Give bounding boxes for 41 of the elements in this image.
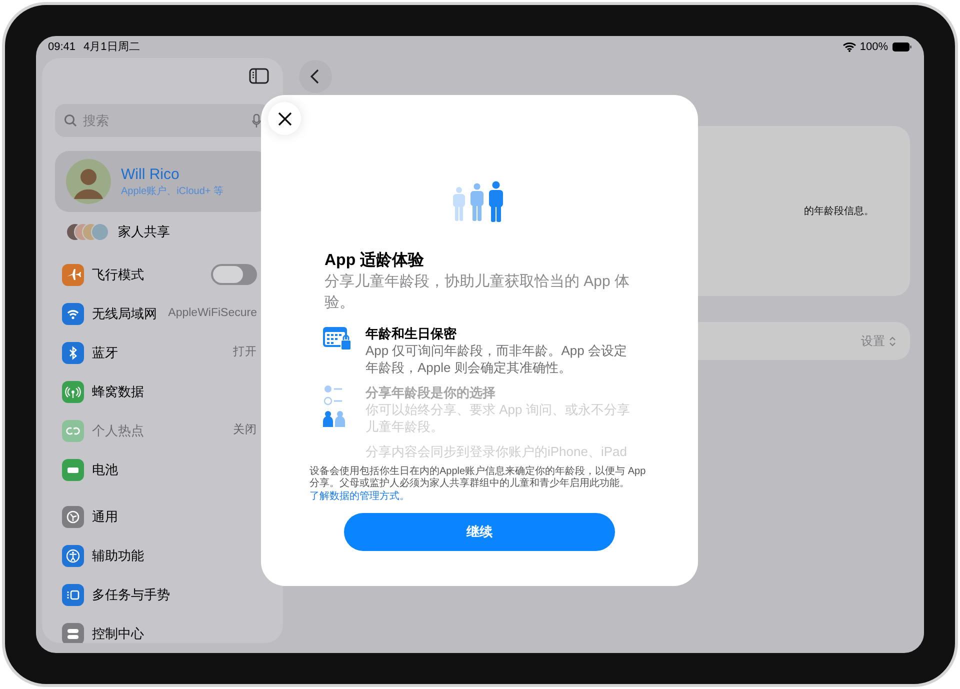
family-avatars-icon bbox=[66, 222, 110, 240]
checklist-people-icon bbox=[322, 384, 348, 428]
card-text: 的年龄段信息。 bbox=[804, 204, 874, 218]
modal-title: App 适龄体验 bbox=[324, 251, 426, 271]
back-button[interactable] bbox=[299, 60, 332, 93]
feature-title: 分享年龄段是你的选择 bbox=[366, 384, 496, 401]
feature-description: App 仅可询问年龄段，而非年龄。App 会设定年龄段，Apple 则会确定其准确性。 bbox=[366, 342, 628, 376]
footnote-text: 设备会使用包括你生日在内的Apple账户信息来确定你的年龄段，以便与 App 分享。父母或监护人必须为家人共享群组中的儿童和青少年启用此功能。 bbox=[310, 466, 647, 490]
settings-item[interactable]: 蓝牙 打开 bbox=[42, 333, 283, 372]
status-time: 09:41 bbox=[48, 40, 76, 55]
setting-value: 打开 bbox=[233, 344, 257, 360]
settings-item[interactable]: 飞行模式 bbox=[42, 255, 283, 294]
settings-item[interactable]: 蜂窝数据 bbox=[42, 372, 283, 411]
settings-item[interactable]: 控制中心 bbox=[42, 614, 283, 643]
toggle-switch[interactable] bbox=[211, 264, 257, 285]
settings-item[interactable]: 电池 bbox=[42, 450, 283, 489]
status-date: 4月1日周二 bbox=[84, 40, 140, 55]
microphone-icon[interactable] bbox=[252, 114, 261, 128]
close-button[interactable] bbox=[268, 102, 301, 135]
wifi-icon bbox=[842, 42, 856, 52]
search-icon bbox=[64, 114, 77, 127]
setting-value: 关闭 bbox=[233, 422, 257, 438]
family-row[interactable]: 家人共享 bbox=[55, 218, 270, 245]
battery-icon bbox=[892, 42, 912, 52]
battery-percent: 100% bbox=[860, 40, 888, 55]
feature-title: 年龄和生日保密 bbox=[366, 325, 458, 342]
modal-subtitle: 分享儿童年龄段，协助儿童获取恰当的 App 体验。 bbox=[324, 272, 631, 313]
account-subtitle: Apple账户、iCloud+ 等 bbox=[121, 184, 224, 198]
settings-item[interactable]: 辅助功能 bbox=[42, 536, 283, 575]
updown-chevron-icon bbox=[889, 336, 896, 346]
sidebar-toggle-icon[interactable] bbox=[249, 68, 269, 84]
manage-data-link[interactable]: 了解数据的管理方式。 bbox=[310, 490, 650, 503]
close-icon bbox=[278, 112, 292, 126]
avatar-icon bbox=[66, 159, 111, 204]
setting-value: AppleWiFiSecure bbox=[168, 306, 257, 321]
calendar-lock-icon bbox=[322, 325, 352, 351]
settings-item[interactable]: 无线局域网 AppleWiFiSecure bbox=[42, 294, 283, 333]
continue-button[interactable]: 继续 bbox=[344, 513, 615, 551]
account-name: Will Rico bbox=[121, 164, 180, 184]
settings-item[interactable]: 多任务与手势 bbox=[42, 575, 283, 614]
settings-item[interactable]: 通用 bbox=[42, 497, 283, 536]
